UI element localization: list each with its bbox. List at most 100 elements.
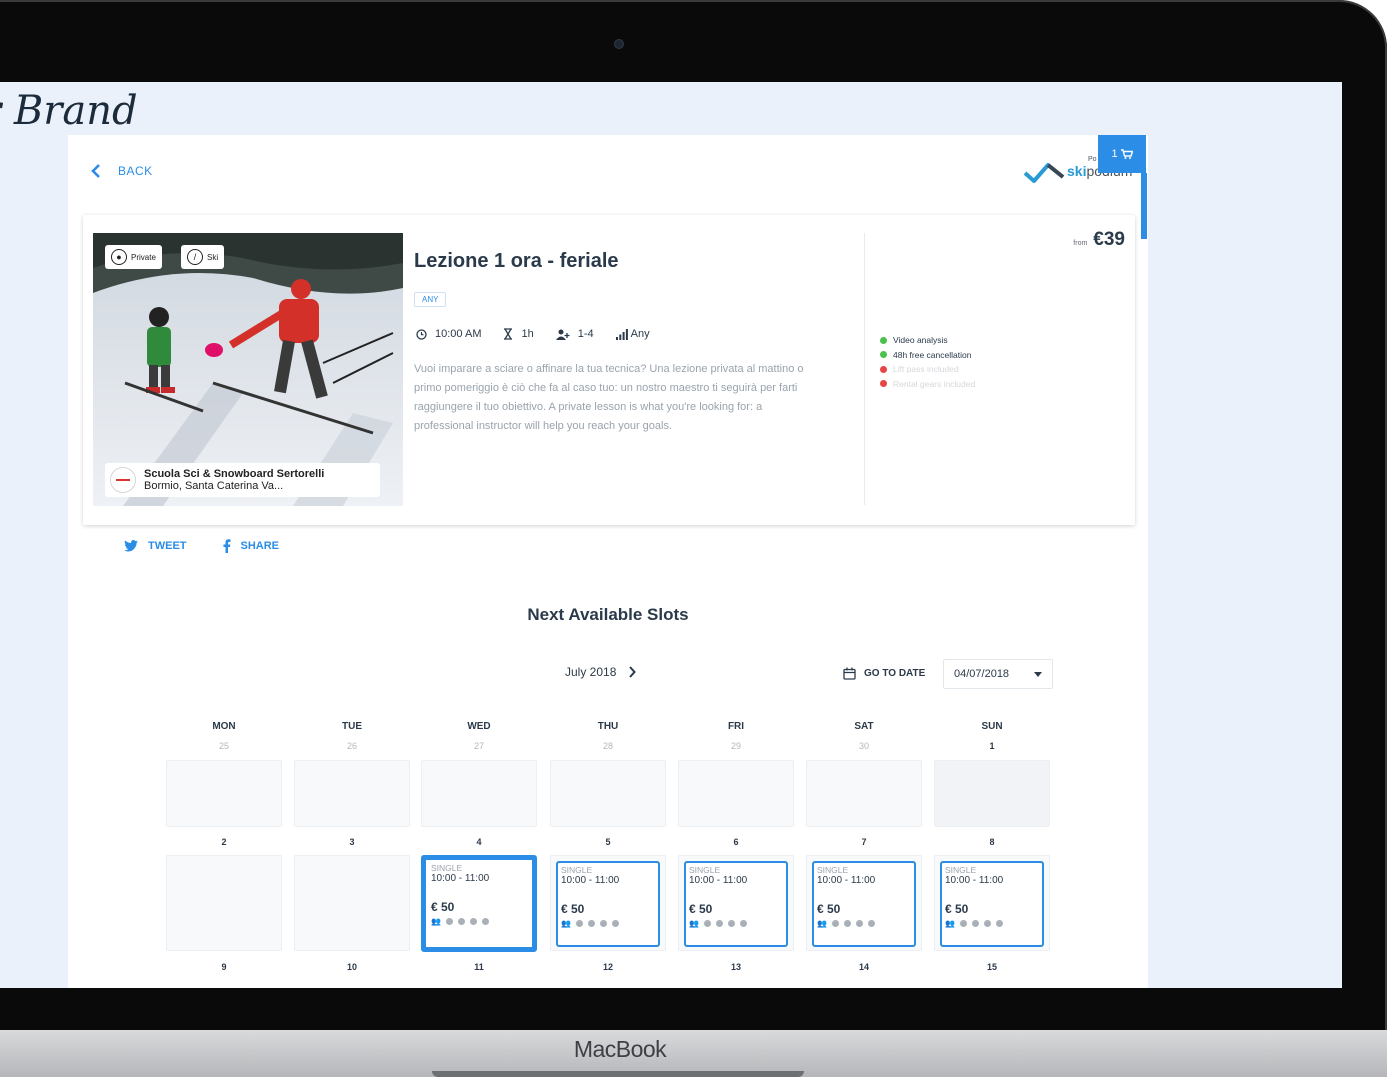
share-button[interactable]: SHARE xyxy=(223,539,279,553)
group-icon: 👥 xyxy=(561,919,571,928)
slot-card[interactable]: SINGLE 10:00 - 11:00 € 50 👥 xyxy=(812,861,916,947)
capacity-dot xyxy=(971,920,979,927)
slot-price: € 50 xyxy=(431,900,455,914)
features-list: Video analysis 48h free cancellation Lif… xyxy=(880,333,975,391)
meta-duration-value: 1h xyxy=(521,328,534,340)
back-label: BACK xyxy=(118,164,153,178)
day-number: 5 xyxy=(605,837,611,847)
cart-side-bar xyxy=(1141,173,1147,239)
day-number: 30 xyxy=(858,741,869,751)
capacity-dot xyxy=(855,920,863,927)
badge-ski: / Ski xyxy=(181,245,225,269)
school-info[interactable]: Scuola Sci & Snowboard Sertorelli Bormio… xyxy=(105,463,380,497)
feature-label: Video analysis xyxy=(893,335,948,345)
day-number: 14 xyxy=(858,962,869,972)
day-cell[interactable] xyxy=(294,760,410,827)
lesson-card: ● Private / Ski Scuola Sci & Snowboard S… xyxy=(83,215,1135,525)
capacity-dot xyxy=(983,920,991,927)
slots-title: Next Available Slots xyxy=(527,605,689,624)
back-button[interactable]: BACK xyxy=(90,163,153,179)
slot-card[interactable]: SINGLE 10:00 - 11:00 € 50 👥 xyxy=(684,861,788,947)
day-cell[interactable] xyxy=(806,760,922,827)
slot-price: € 50 xyxy=(945,902,969,916)
capacity-dot xyxy=(445,918,453,925)
meta-people: 1-4 xyxy=(555,328,594,340)
month-next-button[interactable]: July 2018 xyxy=(565,665,637,679)
mountain-logo-icon xyxy=(1023,163,1065,183)
group-icon: 👥 xyxy=(431,917,441,926)
day-number: 15 xyxy=(986,962,997,972)
capacity-dot xyxy=(843,920,851,927)
day-cell[interactable] xyxy=(166,760,282,827)
meta-level: Any xyxy=(615,328,650,340)
laptop-screen: r Brand BACK Po ski podium 1 xyxy=(0,82,1342,988)
tweet-button[interactable]: TWEET xyxy=(124,539,187,553)
go-to-date-button[interactable]: GO TO DATE xyxy=(843,667,925,680)
day-cell[interactable] xyxy=(678,760,794,827)
slot-price: € 50 xyxy=(689,902,713,916)
day-cell[interactable] xyxy=(421,760,537,827)
slot-type: SINGLE xyxy=(431,863,463,873)
day-cell[interactable] xyxy=(294,855,410,951)
slot-time: 10:00 - 11:00 xyxy=(945,875,1004,886)
card-divider xyxy=(864,233,865,505)
meta-people-value: 1-4 xyxy=(577,328,594,340)
capacity-dot xyxy=(715,920,723,927)
slot-capacity: 👥 xyxy=(945,919,1039,928)
day-number: 1 xyxy=(989,741,995,751)
day-number: 27 xyxy=(473,741,484,751)
laptop-foot xyxy=(432,1071,804,1077)
price-block: from €39 xyxy=(1073,229,1125,251)
cart-count: 1 xyxy=(1111,148,1118,160)
meta-level-value: Any xyxy=(630,328,650,340)
day-cell[interactable] xyxy=(934,760,1050,827)
badge-ski-label: Ski xyxy=(207,252,219,262)
day-number: 7 xyxy=(861,837,867,847)
day-number: 12 xyxy=(602,962,613,972)
slot-card[interactable]: SINGLE 10:00 - 11:00 € 50 👥 xyxy=(421,855,537,952)
date-select[interactable]: 04/07/2018 xyxy=(943,659,1053,689)
slot-type: SINGLE xyxy=(817,865,849,875)
ski-icon: / xyxy=(187,249,203,265)
slot-card[interactable]: SINGLE 10:00 - 11:00 € 50 👥 xyxy=(556,861,660,947)
slot-capacity: 👥 xyxy=(561,919,655,928)
school-location: Bormio, Santa Caterina Va... xyxy=(144,480,284,492)
check-icon xyxy=(880,336,887,344)
feature-label: Lift pass included xyxy=(893,364,959,374)
capacity-dot xyxy=(831,920,839,927)
day-cell[interactable] xyxy=(166,855,282,951)
feature-label: Rental gears included xyxy=(893,378,976,389)
person-icon: ● xyxy=(111,249,127,265)
camera-icon xyxy=(614,39,624,49)
day-number: 28 xyxy=(602,741,613,751)
feature-item: Lift pass included xyxy=(880,362,975,377)
slot-price: € 50 xyxy=(561,902,585,916)
caret-down-icon xyxy=(1034,671,1042,677)
twitter-icon xyxy=(124,540,138,552)
day-cell[interactable] xyxy=(550,760,666,827)
slot-type: SINGLE xyxy=(945,865,977,875)
slot-time: 10:00 - 11:00 xyxy=(689,875,748,886)
booking-page: BACK Po ski podium 1 xyxy=(68,135,1148,988)
slot-time: 10:00 - 11:00 xyxy=(431,873,490,884)
lesson-description: Vuoi imparare a sciare o affinare la tua… xyxy=(414,363,804,432)
weekday-label: THU xyxy=(597,721,619,732)
day-number: 9 xyxy=(221,962,227,972)
check-icon xyxy=(880,351,887,359)
weekday-label: TUE xyxy=(342,721,362,732)
badge-private: ● Private xyxy=(105,245,162,269)
user-add-icon xyxy=(555,329,570,340)
feature-item: Video analysis xyxy=(880,333,975,348)
tweet-label: TWEET xyxy=(148,540,187,552)
hourglass-icon xyxy=(504,328,513,340)
meta-duration: 1h xyxy=(503,328,534,340)
logo-ski: ski xyxy=(1067,163,1087,179)
facebook-icon xyxy=(223,539,230,553)
chevron-left-icon xyxy=(91,164,100,178)
slot-card[interactable]: SINGLE 10:00 - 11:00 € 50 👥 xyxy=(940,861,1044,947)
cross-icon xyxy=(880,380,887,388)
slot-type: SINGLE xyxy=(561,865,593,875)
cart-button[interactable]: 1 xyxy=(1098,135,1146,173)
feature-item: Rental gears included xyxy=(880,377,975,392)
meta-time-value: 10:00 AM xyxy=(435,328,482,340)
